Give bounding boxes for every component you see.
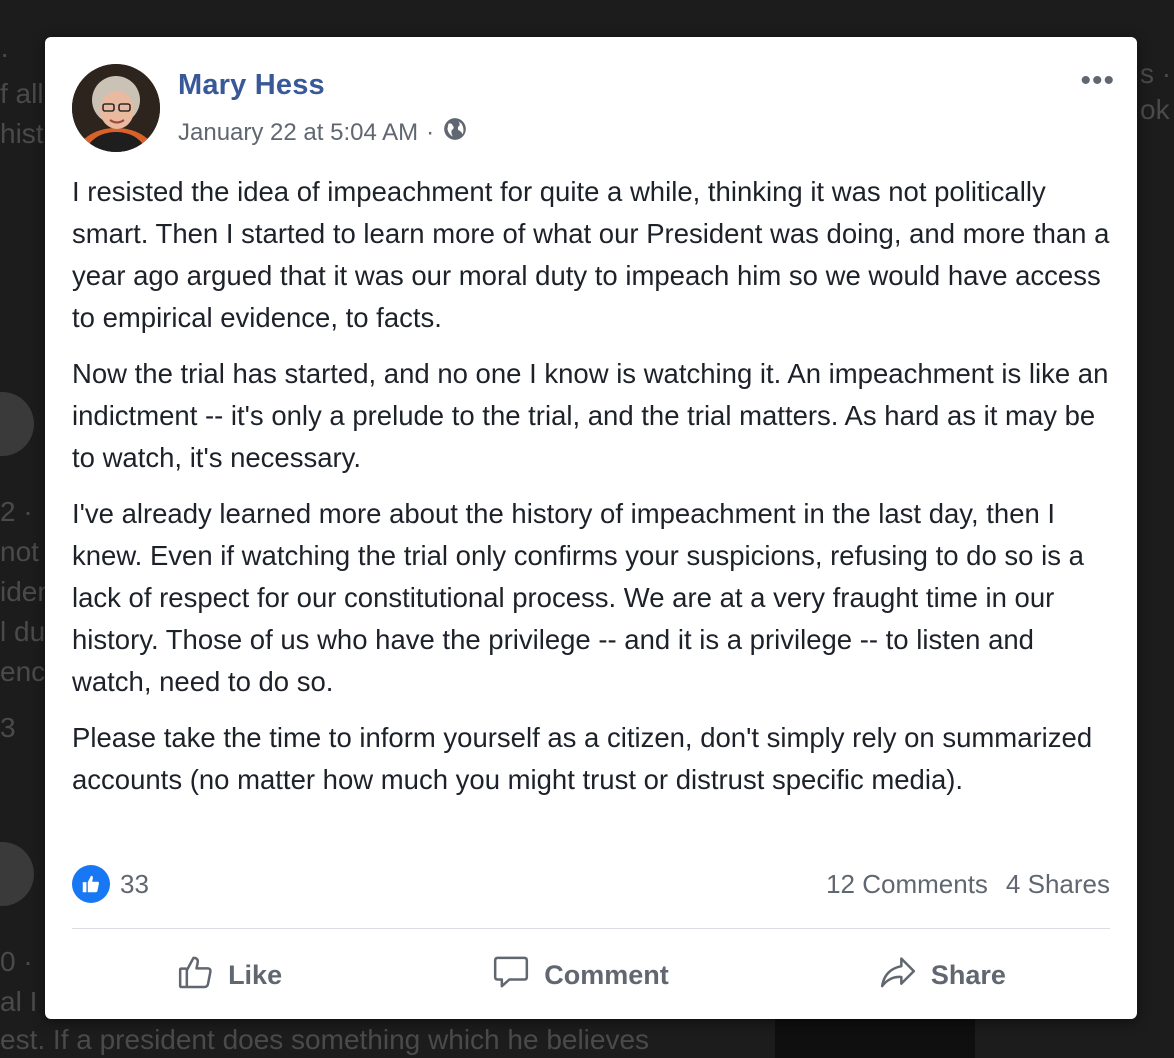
- post-card: Mary Hess January 22 at 5:04 AM · ••• I …: [45, 37, 1137, 1019]
- thumbs-up-icon: [176, 952, 216, 999]
- meta-separator: ·: [426, 118, 435, 146]
- like-reaction-icon: [72, 865, 110, 903]
- reaction-summary[interactable]: 33: [72, 865, 149, 903]
- bg-fragment: 0 ·: [0, 946, 33, 977]
- bg-fragment: 3: [0, 712, 16, 743]
- bg-fragment: ·: [0, 38, 10, 69]
- bg-fragment: histi: [0, 118, 50, 149]
- bg-fragment: 2 ·: [0, 496, 33, 527]
- bg-fragment: est. If a president does something which…: [0, 1024, 650, 1055]
- post-paragraph: I resisted the idea of impeachment for q…: [72, 176, 1110, 333]
- bg-fragment: al I: [0, 986, 38, 1017]
- share-arrow-icon: [877, 952, 919, 999]
- post-body: I resisted the idea of impeachment for q…: [72, 171, 1112, 815]
- like-button[interactable]: Like: [176, 952, 282, 999]
- post-stats: 33 12 Comments 4 Shares: [72, 863, 1110, 905]
- bg-fragment: not: [0, 536, 39, 567]
- comment-bubble-icon: [490, 952, 532, 999]
- post-actions: Like Comment Share: [72, 943, 1110, 1007]
- globe-icon[interactable]: [442, 116, 468, 149]
- bg-fragment: s ·: [1140, 58, 1172, 89]
- author-avatar[interactable]: [72, 64, 160, 152]
- shares-count-link[interactable]: 4 Shares: [1006, 869, 1110, 900]
- bg-avatar: [0, 842, 34, 906]
- bg-fragment: ok: [1140, 94, 1170, 125]
- post-meta: January 22 at 5:04 AM ·: [178, 116, 468, 149]
- bg-photo: [775, 1018, 975, 1058]
- bg-fragment: f all: [0, 78, 44, 109]
- share-label: Share: [930, 959, 1006, 990]
- actions-divider: [72, 928, 1110, 929]
- post-paragraph: I've already learned more about the hist…: [72, 498, 1084, 697]
- comment-label: Comment: [544, 959, 669, 990]
- author-name[interactable]: Mary Hess: [178, 69, 325, 102]
- post-paragraph: Please take the time to inform yourself …: [72, 722, 1093, 795]
- comment-button[interactable]: Comment: [490, 952, 669, 999]
- engagement-links: 12 Comments 4 Shares: [826, 869, 1110, 900]
- comments-count-link[interactable]: 12 Comments: [826, 869, 988, 900]
- post-paragraph: Now the trial has started, and no one I …: [72, 358, 1109, 473]
- avatar-image: [72, 64, 160, 152]
- more-options-button[interactable]: •••: [1080, 66, 1115, 96]
- bg-avatar: [0, 392, 34, 456]
- share-button[interactable]: Share: [877, 952, 1006, 999]
- reaction-count: 33: [120, 868, 149, 899]
- like-label: Like: [228, 959, 283, 990]
- post-timestamp[interactable]: January 22 at 5:04 AM: [178, 119, 418, 147]
- bg-fragment: l du: [0, 616, 46, 647]
